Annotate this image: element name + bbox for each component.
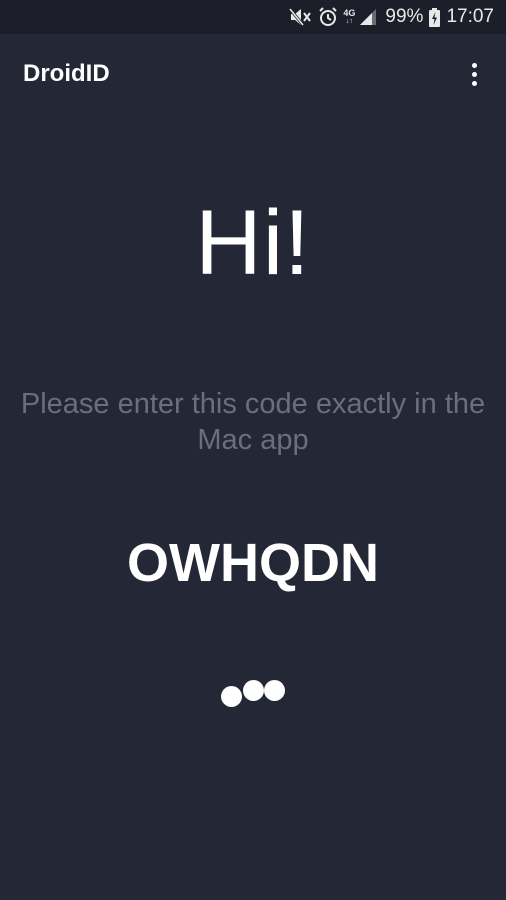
menu-dot xyxy=(471,80,477,86)
battery-charging-icon xyxy=(429,7,441,27)
loading-indicator xyxy=(0,676,506,716)
loading-dot xyxy=(264,680,285,701)
app-title: DroidID xyxy=(23,60,110,87)
network-arrows-icon: ↓↑ xyxy=(345,17,353,25)
loading-dot xyxy=(243,680,264,701)
network-type: 4G xyxy=(343,7,356,18)
app-bar: DroidID xyxy=(0,34,506,114)
menu-dot xyxy=(471,71,477,77)
overflow-menu-icon[interactable] xyxy=(464,59,484,89)
battery-percent: 99% xyxy=(385,6,424,27)
mute-icon xyxy=(289,8,312,26)
clock: 17:07 xyxy=(446,6,494,27)
loading-dot xyxy=(221,686,242,707)
pairing-code: OWHQDN xyxy=(127,533,379,593)
greeting-heading: Hi! xyxy=(195,192,311,294)
status-bar: 4G ↓↑ 99% 17:07 xyxy=(0,0,506,34)
alarm-icon xyxy=(319,7,338,26)
instruction-text: Please enter this code exactly in the Ma… xyxy=(20,388,486,456)
signal-icon xyxy=(360,9,377,25)
menu-dot xyxy=(471,62,477,68)
network-indicator: 4G ↓↑ xyxy=(343,7,356,26)
